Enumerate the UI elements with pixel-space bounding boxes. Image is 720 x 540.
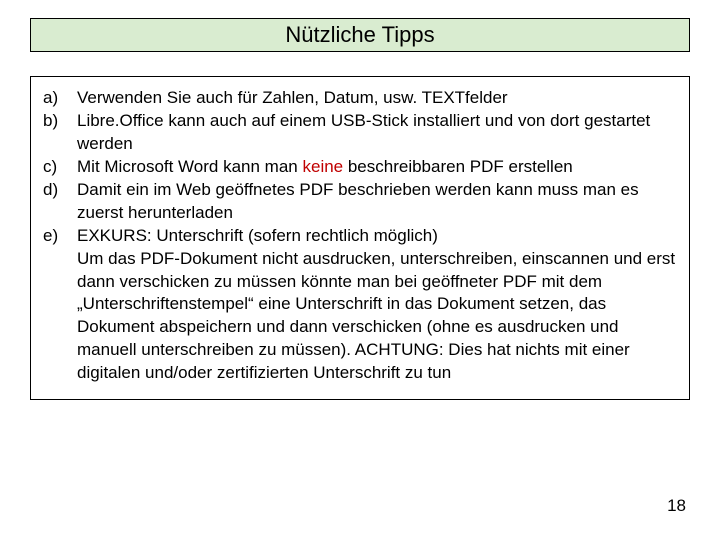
tip-marker: c) bbox=[43, 156, 69, 179]
tip-text: Verwenden Sie auch für Zahlen, Datum, us… bbox=[69, 87, 677, 110]
page-title: Nützliche Tipps bbox=[285, 22, 434, 48]
tip-marker: e) bbox=[43, 225, 69, 386]
page-number: 18 bbox=[667, 496, 686, 516]
tip-row: a) Verwenden Sie auch für Zahlen, Datum,… bbox=[43, 87, 677, 110]
title-box: Nützliche Tipps bbox=[30, 18, 690, 52]
tip-row: d) Damit ein im Web geöffnetes PDF besch… bbox=[43, 179, 677, 225]
tip-row: b) Libre.Office kann auch auf einem USB-… bbox=[43, 110, 677, 156]
tip-marker: d) bbox=[43, 179, 69, 225]
tips-container: a) Verwenden Sie auch für Zahlen, Datum,… bbox=[30, 76, 690, 400]
tip-marker: a) bbox=[43, 87, 69, 110]
tip-text: EXKURS: Unterschrift (sofern rechtlich m… bbox=[69, 225, 677, 386]
tip-marker: b) bbox=[43, 110, 69, 156]
tip-text: Libre.Office kann auch auf einem USB-Sti… bbox=[69, 110, 677, 156]
tip-suffix: beschreibbaren PDF erstellen bbox=[343, 157, 573, 176]
tip-emphasis: keine bbox=[302, 157, 343, 176]
tip-text: Damit ein im Web geöffnetes PDF beschrie… bbox=[69, 179, 677, 225]
tip-prefix: Mit Microsoft Word kann man bbox=[77, 157, 302, 176]
tip-text: Mit Microsoft Word kann man keine beschr… bbox=[69, 156, 677, 179]
tip-row: e) EXKURS: Unterschrift (sofern rechtlic… bbox=[43, 225, 677, 386]
tip-row: c) Mit Microsoft Word kann man keine bes… bbox=[43, 156, 677, 179]
